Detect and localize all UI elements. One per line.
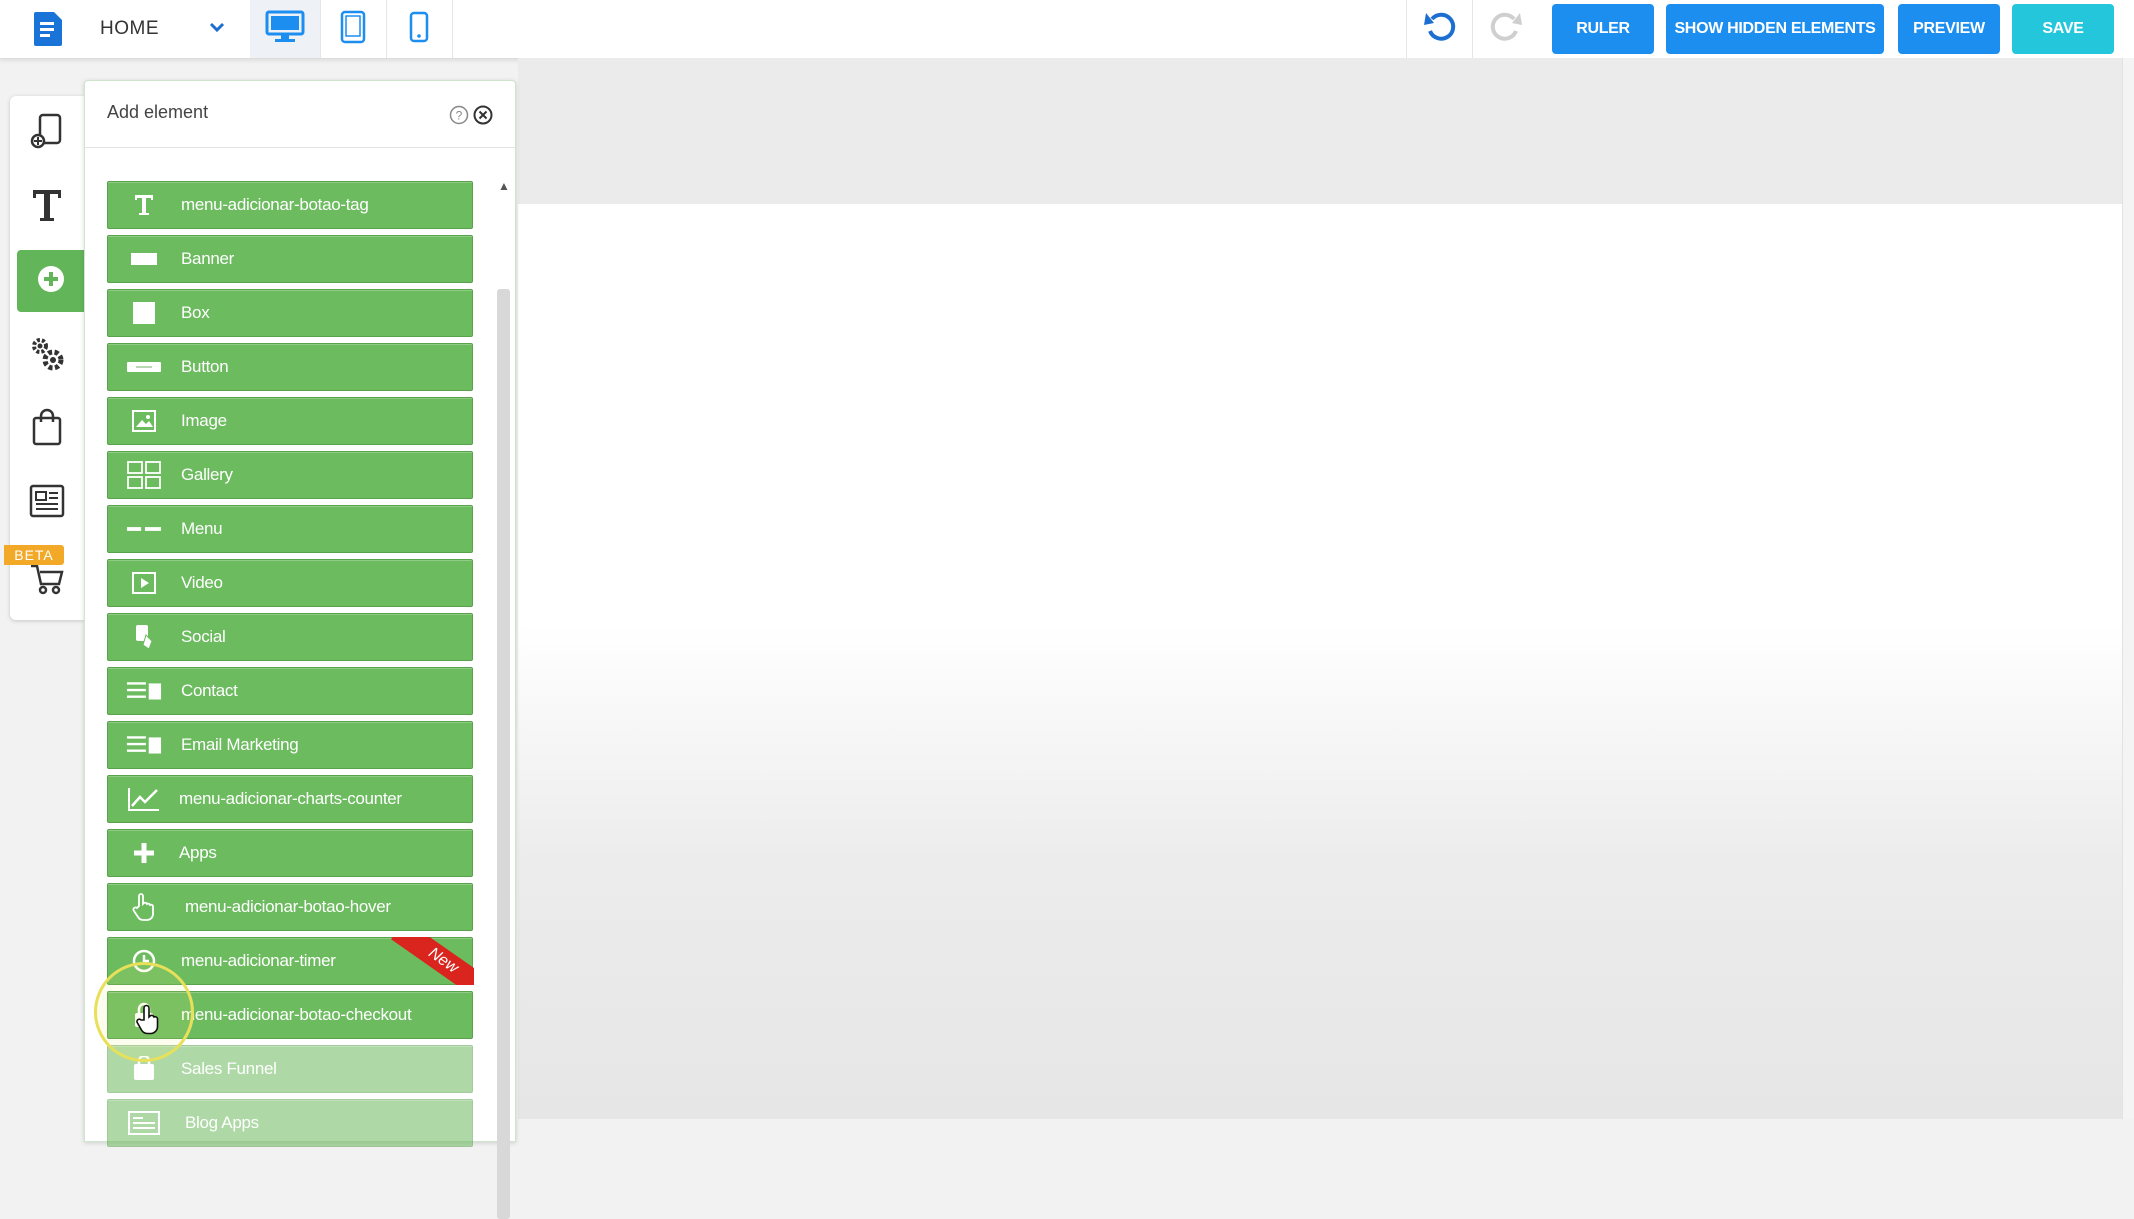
menu-icon [126,514,162,544]
app-logo-icon[interactable] [30,10,66,48]
element-item-tag[interactable]: menu-adicionar-botao-tag [107,181,473,229]
element-item-label: menu-adicionar-botao-hover [185,897,391,916]
social-icon [126,622,162,652]
gears-icon [27,333,67,378]
chevron-down-icon [208,18,226,41]
undo-button[interactable] [1406,0,1473,58]
page-canvas[interactable] [518,204,2122,1119]
chart-icon [126,784,162,814]
sidebar-item-store[interactable] [10,398,84,460]
element-item-label: Contact [181,681,238,700]
element-item-image[interactable]: Image [107,397,473,445]
email-marketing-icon [126,730,162,760]
element-item-botao-hover[interactable]: menu-adicionar-botao-hover [107,883,473,931]
tablet-view-button[interactable] [320,0,387,58]
hand-cursor-icon [136,1004,162,1043]
contact-icon [126,676,162,706]
element-item-label: menu-adicionar-timer [181,951,336,970]
plus-icon [126,838,162,868]
element-item-label: menu-adicionar-botao-tag [181,195,369,214]
button-icon [126,352,162,382]
sidebar-item-settings[interactable] [10,324,84,386]
panel-scrollbar[interactable] [497,289,510,1219]
element-item-label: Apps [179,843,217,862]
sidebar-item-add-element[interactable] [17,250,84,312]
box-icon [126,298,162,328]
element-item-label: Sales Funnel [181,1059,277,1078]
element-item-box[interactable]: Box [107,289,473,337]
canvas-scroll-edge [2122,58,2134,1119]
element-item-label: Blog Apps [185,1113,259,1132]
text-t-icon [30,186,64,229]
element-item-label: Social [181,627,226,646]
element-item-label: Button [181,357,229,376]
sidebar-item-text[interactable] [10,176,84,238]
hand-pointer-icon [126,892,162,922]
save-button[interactable]: SAVE [2012,4,2114,54]
show-hidden-elements-button[interactable]: SHOW HIDDEN ELEMENTS [1666,4,1884,54]
new-ribbon-label: New [391,937,474,985]
element-item-label: Email Marketing [181,735,299,754]
panel-title: Add element [107,102,209,122]
redo-button[interactable] [1472,0,1539,58]
element-item-label: Box [181,303,210,322]
image-icon [126,406,162,436]
newspaper-icon [29,484,65,523]
canvas-header-band [518,58,2122,204]
add-circle-icon [35,263,67,300]
help-icon[interactable]: ? [449,105,469,130]
desktop-view-button[interactable] [250,0,321,58]
element-item-label: Image [181,411,227,430]
close-icon[interactable] [473,105,493,130]
panel-header: Add element ? [85,81,515,148]
svg-text:?: ? [456,109,463,123]
element-item-label: menu-adicionar-charts-counter [179,789,402,808]
tablet-icon [340,10,366,49]
video-icon [126,568,162,598]
preview-button[interactable]: PREVIEW [1898,4,2000,54]
tool-sidebar [10,96,84,620]
mobile-icon [409,11,429,48]
scroll-up-arrow-icon[interactable]: ▲ [498,179,510,193]
new-ribbon: New [384,937,474,985]
gallery-icon [126,460,162,490]
element-item-button[interactable]: Button [107,343,473,391]
element-item-apps[interactable]: Apps [107,829,473,877]
element-item-email-marketing[interactable]: Email Marketing [107,721,473,769]
element-item-label: menu-adicionar-botao-checkout [181,1005,412,1024]
shopping-bag-icon [31,408,63,451]
element-item-social[interactable]: Social [107,613,473,661]
text-icon [126,190,162,220]
element-item-label: Menu [181,519,223,538]
element-item-video[interactable]: Video [107,559,473,607]
cart-icon [29,562,65,601]
undo-icon [1422,9,1458,50]
element-item-banner[interactable]: Banner [107,235,473,283]
element-item-blog-apps[interactable]: Blog Apps [107,1099,473,1147]
element-item-label: Video [181,573,223,592]
element-item-charts-counter[interactable]: menu-adicionar-charts-counter [107,775,473,823]
element-item-gallery[interactable]: Gallery [107,451,473,499]
top-toolbar: HOME RULER SHOW HIDDEN ELEMENTS PREVIEW … [0,0,2134,59]
element-item-label: Gallery [181,465,233,484]
beta-badge: BETA [4,545,64,565]
ruler-button[interactable]: RULER [1552,4,1654,54]
element-item-label: Banner [181,249,235,268]
element-item-menu[interactable]: Menu [107,505,473,553]
redo-icon [1488,9,1524,50]
element-item-contact[interactable]: Contact [107,667,473,715]
desktop-icon [265,10,305,49]
page-selector-label: HOME [100,18,159,39]
layout-music-icon [28,111,66,156]
page-selector[interactable]: HOME [100,14,225,44]
sidebar-item-blog[interactable] [10,472,84,534]
sidebar-item-layout[interactable] [10,102,84,164]
banner-icon [126,244,162,274]
blog-icon [126,1108,162,1138]
mobile-view-button[interactable] [386,0,453,58]
